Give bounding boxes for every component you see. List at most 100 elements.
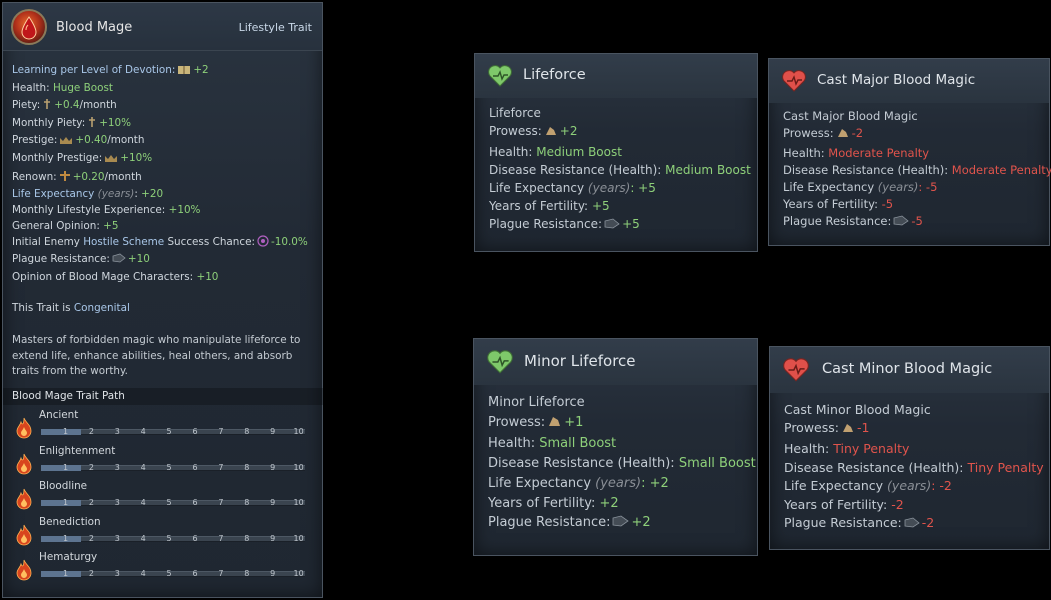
level-marker: 5 (161, 530, 178, 547)
level-marker: 5 (161, 459, 178, 476)
prestige-icon (104, 153, 118, 166)
scheme-line: Initial Enemy Hostile Scheme Success Cha… (12, 235, 308, 250)
plague-mask-icon (112, 253, 126, 267)
life-expectancy-line: Life Expectancy (years): +5 (489, 181, 656, 195)
minor-lifeforce-tooltip: Minor Lifeforce Minor Lifeforce Prowess:… (473, 338, 758, 556)
prestige-line: Prestige: +0.40/month (12, 134, 145, 148)
track-name: Benediction (39, 515, 101, 528)
plague-line: Plague Resistance: -5 (783, 214, 923, 230)
level-marker: 10 (290, 530, 307, 547)
prowess-line: Prowess: -2 (783, 126, 864, 140)
renown-line: Renown: +0.20/month (12, 170, 142, 185)
card-header: Minor Lifeforce (474, 339, 757, 385)
monthly-piety-line: Monthly Piety: +10% (12, 116, 132, 131)
learning-line: Learning per Level of Devotion: +2 (12, 64, 209, 78)
green-heart-icon (486, 349, 514, 379)
trait-path-row: Benediction 1 2 3 4 5 6 7 8 9 10 (13, 516, 313, 550)
trait-path-row: Enlightenment 1 2 3 4 5 6 7 8 9 10 (13, 445, 313, 479)
fertility-line: Years of Fertility: +2 (488, 496, 619, 511)
level-marker: 6 (187, 494, 204, 511)
piety-icon (87, 116, 97, 131)
red-heart-icon (781, 69, 807, 96)
level-marker: 2 (83, 459, 100, 476)
trait-path-header: Blood Mage Trait Path (3, 388, 324, 405)
level-marker: 9 (264, 423, 281, 440)
track-name: Hematurgy (39, 551, 98, 563)
piety-line: Piety: +0.4/month (12, 98, 117, 113)
minor-blood-magic-tooltip: Cast Minor Blood Magic Cast Minor Blood … (769, 346, 1050, 550)
level-marker: 7 (212, 494, 229, 511)
card-header: Cast Major Blood Magic (769, 59, 1049, 103)
renown-icon (59, 170, 71, 185)
trait-tooltip-panel: Blood Mage Lifestyle Trait Learning per … (2, 2, 324, 598)
red-heart-icon (782, 357, 810, 386)
level-marker: 3 (109, 565, 126, 582)
plague-line: Plague Resistance: +5 (489, 217, 640, 231)
card-name: Lifeforce (489, 106, 541, 120)
flame-icon (15, 488, 33, 513)
card-header: Cast Minor Blood Magic (770, 347, 1049, 393)
level-marker: 6 (187, 459, 204, 476)
health-line: Health: Small Boost (488, 436, 617, 451)
level-marker: 4 (135, 423, 152, 440)
level-marker: 6 (187, 530, 204, 547)
disease-line: Disease Resistance (Health): Tiny Penalt… (784, 460, 1044, 475)
prowess-arm-icon (544, 124, 558, 140)
trait-path-row: Bloodline 1 2 3 4 5 6 7 8 9 10 (13, 480, 313, 514)
card-title: Minor Lifeforce (524, 352, 636, 370)
level-marker: 6 (187, 565, 204, 582)
plague-line: Plague Resistance: -2 (784, 515, 935, 530)
level-marker: 2 (83, 565, 100, 582)
level-marker: 3 (109, 459, 126, 476)
scheme-target-icon (257, 235, 269, 250)
level-marker: 1 (57, 423, 74, 440)
card-title: Lifeforce (523, 67, 586, 83)
level-marker: 2 (83, 423, 100, 440)
card-title: Cast Major Blood Magic (817, 72, 976, 88)
plague-line: Plague Resistance: +10 (12, 253, 150, 267)
plague-mask-icon (893, 215, 910, 230)
level-marker: 5 (161, 565, 178, 582)
level-marker: 9 (264, 530, 281, 547)
lifeforce-tooltip: Lifeforce Lifeforce Prowess: +2 Health: M… (474, 53, 758, 252)
life-expectancy-line: Life Expectancy (years): +2 (488, 476, 669, 491)
disease-line: Disease Resistance (Health): Small Boost (488, 456, 756, 471)
level-marker: 4 (135, 459, 152, 476)
trait-description: Masters of forbidden magic who manipulat… (12, 334, 301, 377)
fertility-line: Years of Fertility: -5 (783, 197, 894, 211)
level-marker: 7 (212, 459, 229, 476)
level-marker: 1 (57, 530, 74, 547)
green-heart-icon (487, 64, 513, 91)
level-marker: 1 (57, 494, 74, 511)
card-title: Cast Minor Blood Magic (822, 361, 993, 377)
flame-icon (15, 559, 33, 584)
congenital-line: This Trait is Congenital (12, 302, 130, 314)
level-marker: 7 (212, 530, 229, 547)
level-marker: 1 (57, 459, 74, 476)
blood-drop-icon (11, 9, 47, 45)
major-blood-magic-tooltip: Cast Major Blood Magic Cast Major Blood … (768, 58, 1051, 246)
level-marker: 2 (83, 530, 100, 547)
level-marker: 7 (212, 423, 229, 440)
general-opinion-line: General Opinion: +5 (12, 220, 119, 232)
prowess-line: Prowess: +1 (488, 415, 584, 430)
card-header: Lifeforce (475, 54, 757, 98)
book-icon (177, 64, 191, 78)
prestige-icon (59, 135, 73, 148)
health-line: Health: Medium Boost (489, 145, 622, 159)
level-marker: 4 (135, 494, 152, 511)
trait-header: Blood Mage Lifestyle Trait (3, 3, 322, 51)
level-marker: 10 (290, 459, 307, 476)
level-marker: 10 (290, 494, 307, 511)
monthly-prestige-line: Monthly Prestige: +10% (12, 152, 153, 166)
disease-line: Disease Resistance (Health): Moderate Pe… (783, 163, 1051, 177)
level-marker: 6 (187, 423, 204, 440)
prowess-line: Prowess: +2 (489, 124, 578, 140)
life-expectancy-line: Life Expectancy (years): -2 (784, 478, 952, 493)
piety-icon (42, 98, 52, 113)
level-marker: 10 (290, 565, 307, 582)
trait-path-row: Ancient 1 2 3 4 5 6 7 8 9 10 (13, 409, 313, 443)
prowess-arm-icon (841, 421, 855, 437)
level-marker: 4 (135, 530, 152, 547)
card-name: Cast Minor Blood Magic (784, 402, 931, 417)
